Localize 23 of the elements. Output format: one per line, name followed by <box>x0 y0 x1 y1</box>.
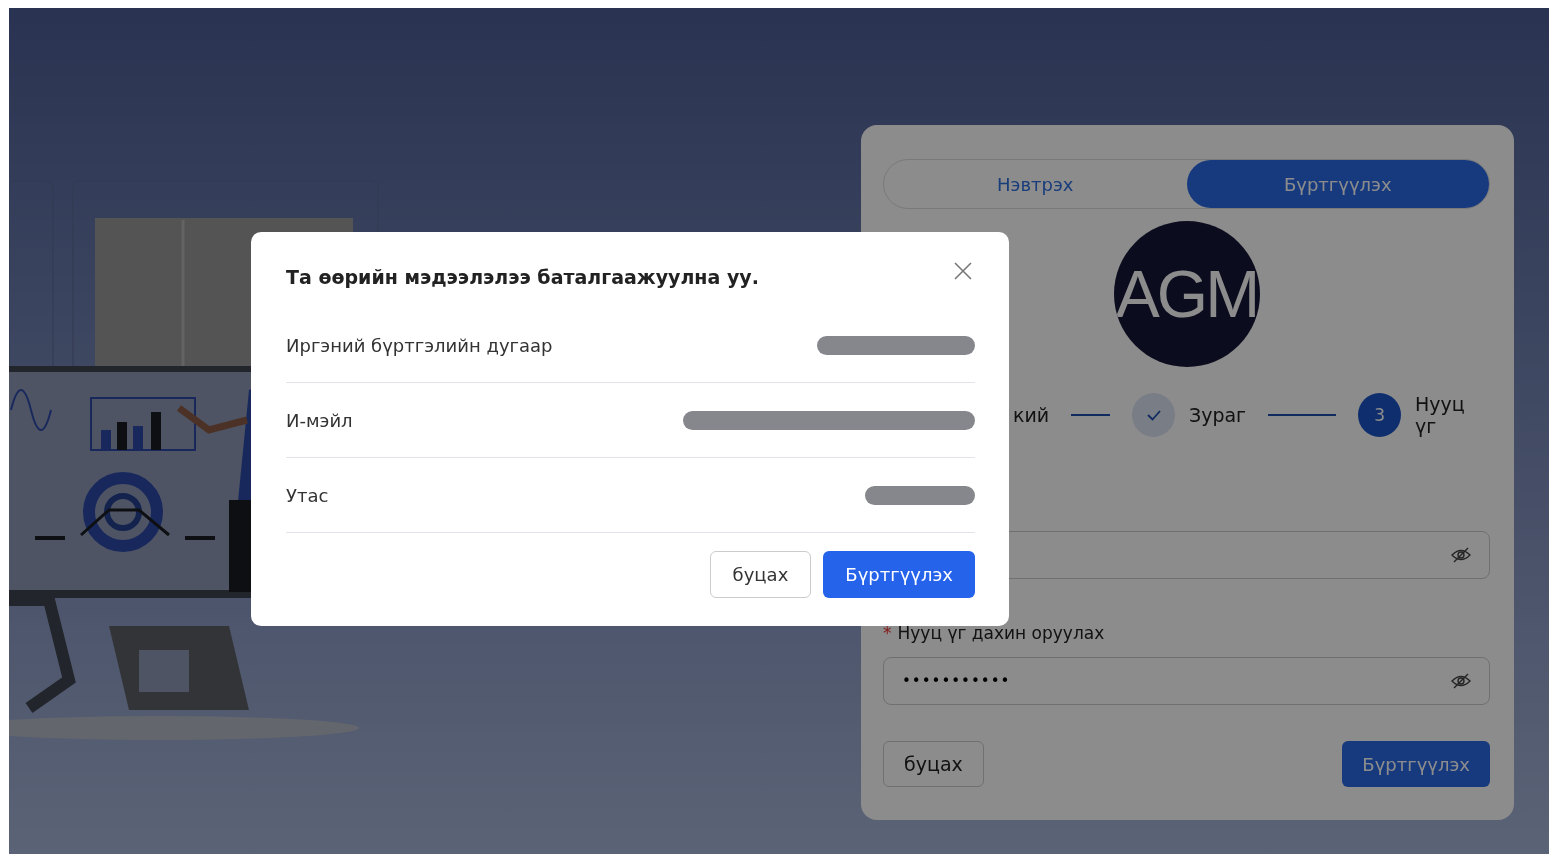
info-label: И-мэйл <box>286 409 353 431</box>
tab[interactable]: Бүртгүүлэх <box>1186 160 1489 208</box>
logo: AGM <box>1113 221 1260 367</box>
register-button[interactable]: Бүртгүүлэх <box>1342 741 1490 787</box>
password-field[interactable]: ••••••••••• <box>883 657 1490 705</box>
close-icon[interactable] <box>954 262 972 280</box>
step-label: Нууц үг <box>1415 393 1466 437</box>
tab[interactable]: Нэвтрэх <box>884 160 1187 208</box>
confirm-button[interactable]: Бүртгүүлэх <box>823 551 975 598</box>
info-label: Утас <box>286 484 329 506</box>
required-mark: * <box>883 623 892 643</box>
back-button[interactable]: буцах <box>883 741 984 787</box>
dialog-title: Та өөрийн мэдээлэлээ баталгаажуулна уу. <box>286 266 759 288</box>
cancel-button[interactable]: буцах <box>709 551 812 598</box>
eye-slash-icon[interactable] <box>1451 673 1471 689</box>
step-connector <box>1071 414 1111 416</box>
step-label: Зураг <box>1188 404 1247 426</box>
step-connector <box>1268 414 1337 416</box>
step-label: кий <box>1013 404 1050 426</box>
step-number: 3 <box>1358 393 1402 437</box>
field-label: Нууц үг дахин оруулах <box>897 623 1105 643</box>
eye-slash-icon[interactable] <box>1451 547 1471 563</box>
info-label: Иргэний бүртгэлийн дугаар <box>286 334 553 356</box>
